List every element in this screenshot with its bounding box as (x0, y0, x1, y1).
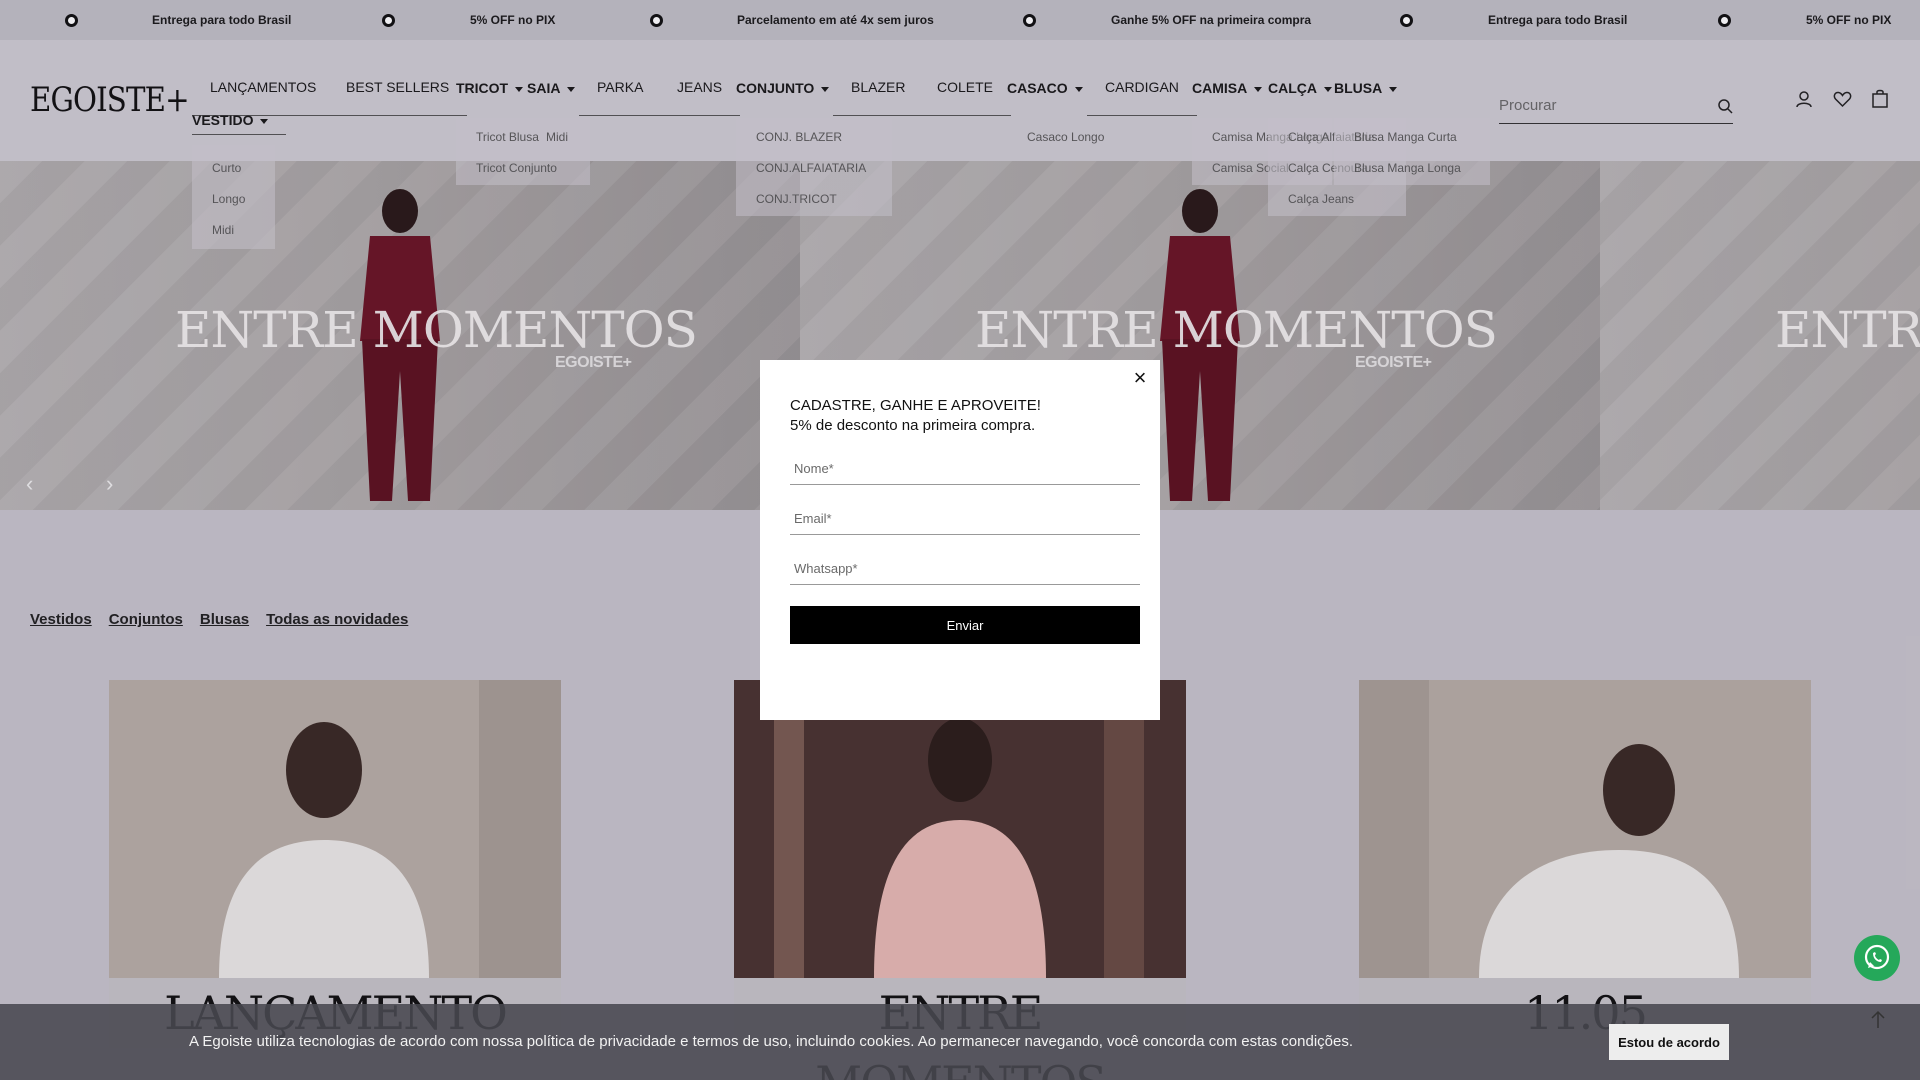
close-icon[interactable]: × (1130, 367, 1150, 389)
submit-button[interactable]: Enviar (790, 606, 1140, 644)
accept-cookies-button[interactable]: Estou de acordo (1609, 1024, 1729, 1060)
name-field[interactable] (790, 453, 1140, 485)
whatsapp-field[interactable] (790, 553, 1140, 585)
modal-title: CADASTRE, GANHE E APROVEITE! (790, 397, 1041, 414)
arrow-up-icon (1871, 1010, 1885, 1028)
whatsapp-icon (1864, 944, 1890, 970)
back-to-top-button[interactable] (1860, 1002, 1896, 1038)
email-field[interactable] (790, 503, 1140, 535)
whatsapp-button[interactable] (1854, 935, 1900, 981)
email-input[interactable] (790, 503, 1140, 533)
cookie-banner: A Egoiste utiliza tecnologias de acordo … (0, 1004, 1920, 1080)
signup-modal: × CADASTRE, GANHE E APROVEITE! 5% de des… (760, 360, 1160, 720)
modal-subtitle: 5% de desconto na primeira compra. (790, 417, 1036, 434)
whatsapp-input[interactable] (790, 553, 1140, 583)
cookie-text: A Egoiste utiliza tecnologias de acordo … (189, 1033, 1354, 1050)
name-input[interactable] (790, 453, 1140, 483)
